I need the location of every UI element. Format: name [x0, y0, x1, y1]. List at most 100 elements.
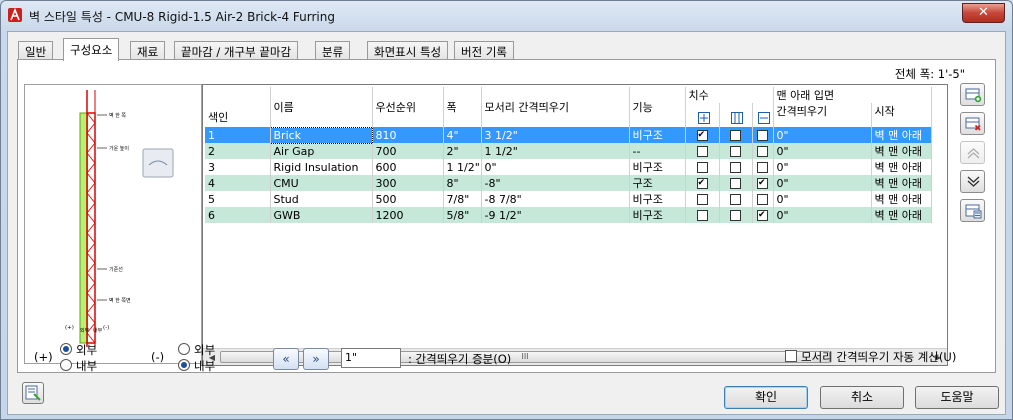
dimension-checkbox[interactable]	[730, 146, 741, 157]
cell-dim-right[interactable]	[752, 143, 774, 159]
tab-general[interactable]: 일반	[18, 41, 54, 60]
cell-dim-center[interactable]	[719, 127, 753, 143]
component-settings-button[interactable]	[960, 199, 985, 222]
dimension-checkbox[interactable]	[696, 146, 708, 157]
cell-index[interactable]: 2	[205, 143, 271, 159]
minus-exterior-label[interactable]: 외부	[194, 342, 215, 358]
plus-exterior-radio[interactable]	[60, 343, 72, 355]
col-header-priority[interactable]: 우선순위	[372, 87, 444, 127]
move-down-button[interactable]	[960, 170, 985, 193]
cell-start[interactable]: 벽 맨 아래	[871, 191, 932, 207]
dim-center-icon-header[interactable]	[719, 103, 753, 127]
col-header-bottom-elevation[interactable]: 맨 아래 입면	[773, 87, 932, 103]
cell-name[interactable]: Rigid Insulation	[270, 159, 373, 175]
cell-edge-offset[interactable]: 0"	[481, 159, 630, 175]
cell-name[interactable]: CMU	[270, 175, 373, 191]
cell-priority[interactable]: 600	[372, 159, 444, 175]
dimension-checkbox[interactable]	[757, 178, 768, 189]
cell-name[interactable]: GWB	[270, 207, 373, 223]
cell-function[interactable]: 비구조	[629, 191, 686, 207]
cell-function[interactable]: --	[629, 143, 686, 159]
cell-width[interactable]: 7/8"	[443, 191, 482, 207]
plus-interior-label[interactable]: 내부	[76, 358, 97, 374]
cell-dim-center[interactable]	[719, 143, 753, 159]
cell-offset[interactable]: 0"	[773, 175, 872, 191]
ok-button[interactable]: 확인	[724, 386, 808, 409]
cell-start[interactable]: 벽 맨 아래	[871, 207, 932, 223]
cell-function[interactable]: 비구조	[629, 207, 686, 223]
dimension-checkbox[interactable]	[757, 130, 768, 141]
offset-increase-button[interactable]: »	[303, 348, 329, 370]
cell-edge-offset[interactable]: -8 7/8"	[481, 191, 630, 207]
dim-left-icon-header[interactable]	[685, 103, 720, 127]
cell-dim-right[interactable]	[752, 159, 774, 175]
tab-classifications[interactable]: 분류	[315, 41, 351, 60]
help-button[interactable]: 도움말	[915, 386, 999, 409]
dimension-checkbox[interactable]	[696, 194, 708, 205]
col-header-dimension[interactable]: 치수	[685, 87, 774, 103]
close-button[interactable]: ✕	[962, 3, 1005, 23]
dimension-checkbox[interactable]	[696, 162, 708, 173]
cell-start[interactable]: 벽 맨 아래	[871, 159, 932, 175]
cell-index[interactable]: 1	[205, 127, 271, 143]
minus-interior-radio[interactable]	[178, 359, 190, 371]
cell-index[interactable]: 4	[205, 175, 271, 191]
dimension-checkbox[interactable]	[730, 210, 741, 221]
dimension-checkbox[interactable]	[757, 162, 768, 173]
dimension-checkbox[interactable]	[757, 146, 768, 157]
cell-start[interactable]: 벽 맨 아래	[871, 175, 932, 191]
col-header-name[interactable]: 이름	[270, 87, 373, 127]
cell-dim-center[interactable]	[719, 207, 753, 223]
cell-start[interactable]: 벽 맨 아래	[871, 127, 932, 143]
style-manager-button[interactable]	[22, 382, 44, 404]
col-header-width[interactable]: 폭	[443, 87, 482, 127]
cell-offset[interactable]: 0"	[773, 159, 872, 175]
cell-name[interactable]: Air Gap	[270, 143, 373, 159]
dimension-checkbox[interactable]	[696, 130, 708, 141]
cell-dim-left[interactable]	[685, 191, 720, 207]
minus-exterior-radio[interactable]	[178, 343, 190, 355]
col-header-offset[interactable]: 간격띄우기	[773, 103, 872, 119]
tab-version-history[interactable]: 버전 기록	[454, 41, 514, 60]
col-header-start[interactable]: 시작	[871, 103, 932, 119]
cell-dim-center[interactable]	[719, 175, 753, 191]
tab-components[interactable]: 구성요소	[63, 38, 120, 61]
table-row[interactable]: 5 Stud 500 7/8" -8 7/8" 비구조 0" 벽 맨 아래	[205, 191, 932, 207]
offset-increment-input[interactable]: 1"	[341, 348, 401, 368]
move-up-button[interactable]	[960, 141, 985, 164]
cell-index[interactable]: 3	[205, 159, 271, 175]
dimension-checkbox[interactable]	[730, 178, 741, 189]
dimension-checkbox[interactable]	[730, 130, 741, 141]
cell-dim-left[interactable]	[685, 143, 720, 159]
cell-dim-left[interactable]	[685, 207, 720, 223]
delete-component-button[interactable]	[960, 112, 985, 135]
cell-index[interactable]: 5	[205, 191, 271, 207]
cell-dim-right[interactable]	[752, 207, 774, 223]
dimension-checkbox[interactable]	[730, 194, 741, 205]
cell-name[interactable]: Brick	[269, 126, 373, 144]
cell-offset[interactable]: 0"	[773, 207, 872, 223]
cell-dim-left[interactable]	[685, 175, 720, 191]
cell-function[interactable]: 비구조	[629, 127, 686, 143]
offset-decrease-button[interactable]: «	[273, 348, 299, 370]
cell-dim-center[interactable]	[719, 191, 753, 207]
dimension-checkbox[interactable]	[696, 210, 708, 221]
cell-start[interactable]: 벽 맨 아래	[871, 143, 932, 159]
col-header-function[interactable]: 기능	[629, 87, 686, 127]
tab-materials[interactable]: 재료	[130, 41, 166, 60]
cell-dim-right[interactable]	[752, 127, 774, 143]
cell-edge-offset[interactable]: -9 1/2"	[481, 207, 630, 223]
cell-width[interactable]: 8"	[443, 175, 482, 191]
dimension-checkbox[interactable]	[757, 210, 768, 221]
cell-function[interactable]: 구조	[629, 175, 686, 191]
tab-endcaps[interactable]: 끝마감 / 개구부 끝마감	[174, 41, 299, 60]
components-grid[interactable]: 색인 이름 우선순위 폭 모서리 간격띄우기 기능 치수 맨 아래 입면 간격띄…	[202, 84, 948, 366]
dimension-checkbox[interactable]	[757, 194, 768, 205]
dim-right-icon-header[interactable]	[752, 103, 774, 127]
cell-offset[interactable]: 0"	[773, 191, 872, 207]
cell-width[interactable]: 1 1/2"	[443, 159, 482, 175]
cell-edge-offset[interactable]: 1 1/2"	[481, 143, 630, 159]
cell-edge-offset[interactable]: 3 1/2"	[481, 127, 630, 143]
cell-index[interactable]: 6	[205, 207, 271, 223]
auto-calc-label[interactable]: 모서리 간격띄우기 자동 계산(U)	[801, 349, 956, 365]
